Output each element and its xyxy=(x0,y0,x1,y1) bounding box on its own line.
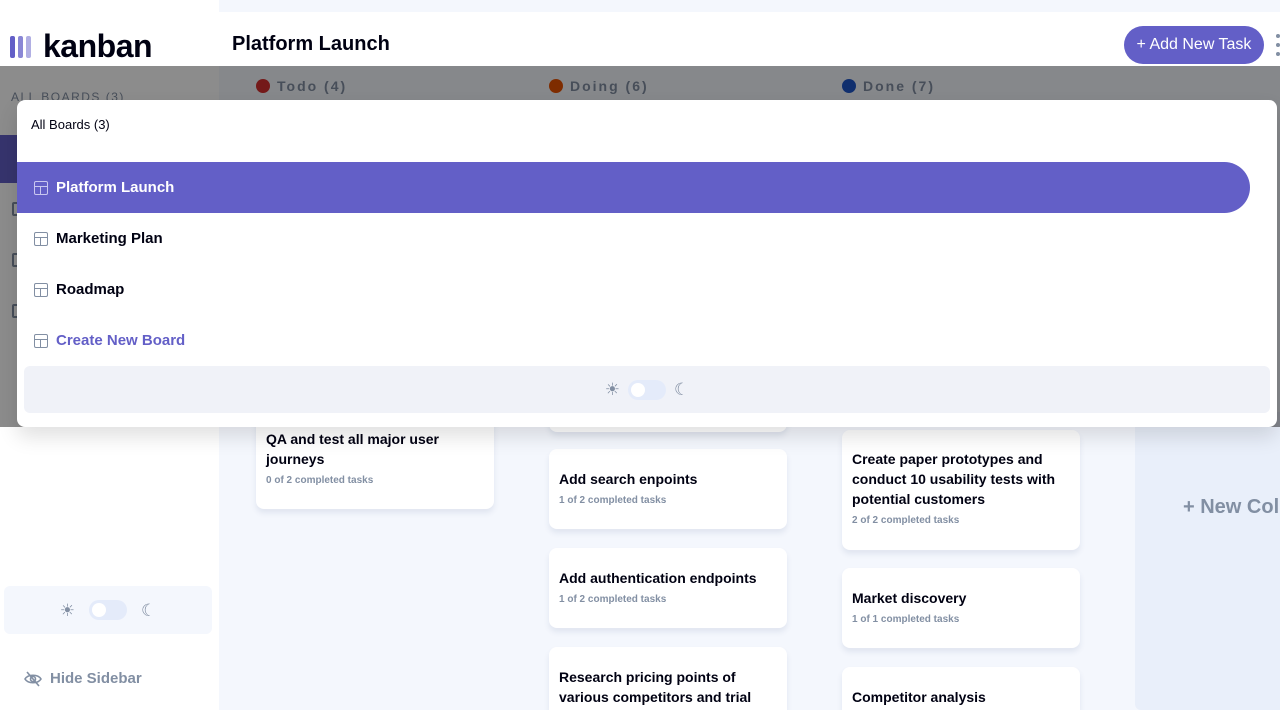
task-title: Add authentication endpoints xyxy=(559,570,757,586)
logo-text: kanban xyxy=(43,28,153,64)
kebab-menu-icon[interactable] xyxy=(1276,34,1280,56)
moon-icon: ☾ xyxy=(141,600,157,620)
task-title: QA and test all major user journeys xyxy=(266,431,439,467)
hide-sidebar-button[interactable]: Hide Sidebar xyxy=(24,670,142,687)
toggle-knob xyxy=(631,382,645,397)
task-card[interactable]: Market discovery 1 of 1 completed tasks xyxy=(842,568,1080,648)
sun-icon: ☀ xyxy=(59,600,75,620)
new-column-label: + New Col xyxy=(1183,496,1280,518)
theme-toggle[interactable] xyxy=(628,379,666,400)
task-card[interactable]: Add search enpoints 1 of 2 completed tas… xyxy=(549,449,787,529)
board-item-label: Marketing Plan xyxy=(56,230,163,247)
board-icon xyxy=(34,180,48,195)
task-subtasks: 1 of 2 completed tasks xyxy=(559,495,667,506)
board-icon xyxy=(34,282,48,297)
task-card[interactable]: Research pricing points of various compe… xyxy=(549,647,787,710)
task-card[interactable]: Competitor analysis xyxy=(842,667,1080,710)
sun-icon: ☀ xyxy=(604,380,620,399)
board-item-platform-launch[interactable]: Platform Launch xyxy=(17,162,1250,213)
task-subtasks: 2 of 2 completed tasks xyxy=(852,515,960,526)
task-subtasks: 0 of 2 completed tasks xyxy=(266,475,374,486)
board-item-label: Platform Launch xyxy=(56,179,175,196)
header: Platform Launch + Add New Task xyxy=(219,12,1280,66)
boards-menu: All Boards (3) Platform Launch Marketing… xyxy=(17,100,1277,427)
task-title: Market discovery xyxy=(852,590,967,606)
task-title: Add search enpoints xyxy=(559,471,698,487)
board-item-marketing-plan[interactable]: Marketing Plan xyxy=(17,213,1250,264)
toggle-knob xyxy=(92,603,106,617)
board-icon xyxy=(34,333,48,348)
eye-slash-icon xyxy=(24,670,42,687)
create-new-board-button[interactable]: Create New Board xyxy=(17,315,1250,366)
theme-toggle-panel: ☀ ☾ xyxy=(24,366,1270,413)
moon-icon: ☾ xyxy=(674,380,690,399)
task-title: Research pricing points of various compe… xyxy=(559,669,752,705)
page-title: Platform Launch xyxy=(232,33,390,55)
sidebar-theme-toggle-panel: ☀ ☾ xyxy=(4,586,212,634)
task-subtasks: 1 of 2 completed tasks xyxy=(559,594,667,605)
task-subtasks: 1 of 1 completed tasks xyxy=(852,614,960,625)
theme-toggle[interactable] xyxy=(89,600,127,620)
logo-icon xyxy=(10,35,31,58)
board-item-label: Roadmap xyxy=(56,281,125,298)
task-card[interactable]: Create paper prototypes and conduct 10 u… xyxy=(842,430,1080,550)
task-title: Create paper prototypes and conduct 10 u… xyxy=(852,451,1056,507)
horizontal-scrollbar-track[interactable] xyxy=(219,710,1280,725)
logo: kanban xyxy=(10,28,153,65)
board-item-roadmap[interactable]: Roadmap xyxy=(17,264,1250,315)
create-new-board-label: Create New Board xyxy=(56,332,186,349)
add-task-button[interactable]: + Add New Task xyxy=(1124,26,1264,64)
task-title: Competitor analysis xyxy=(852,689,986,705)
new-column-button[interactable]: + New Col xyxy=(1135,412,1280,710)
board-icon xyxy=(34,231,48,246)
boards-menu-heading: All Boards (3) xyxy=(31,117,110,132)
task-card[interactable]: Add authentication endpoints 1 of 2 comp… xyxy=(549,548,787,628)
hide-sidebar-label: Hide Sidebar xyxy=(50,670,142,687)
